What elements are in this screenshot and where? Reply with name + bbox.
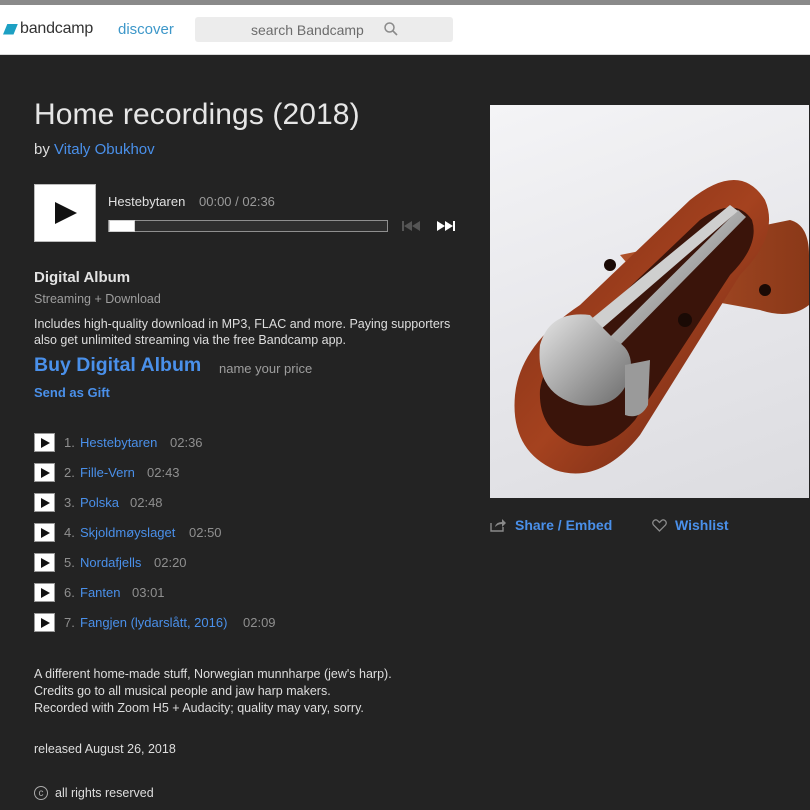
play-icon <box>41 528 50 538</box>
heart-icon <box>652 518 667 532</box>
track-play-button[interactable] <box>34 493 55 512</box>
buy-digital-album-link[interactable]: Buy Digital Album <box>34 354 201 377</box>
album-artwork-image <box>514 180 809 474</box>
track-play-button[interactable] <box>34 433 55 452</box>
track-duration: 02:50 <box>189 525 222 540</box>
play-icon <box>41 618 50 628</box>
track-play-button[interactable] <box>34 523 55 542</box>
next-track-icon[interactable] <box>437 220 457 232</box>
track-play-button[interactable] <box>34 583 55 602</box>
play-icon <box>55 202 77 224</box>
share-icon <box>490 519 506 532</box>
rights-statement: c all rights reserved <box>34 786 154 800</box>
about-line: Recorded with Zoom H5 + Audacity; qualit… <box>34 701 364 715</box>
byline: by Vitaly Obukhov <box>34 141 155 158</box>
track-row: 1. Hestebytaren 02:36 <box>34 433 454 463</box>
share-label: Share / Embed <box>515 517 613 533</box>
track-row: 6. Fanten 03:01 <box>34 583 454 613</box>
track-row: 2. Fille-Vern 02:43 <box>34 463 454 493</box>
track-play-button[interactable] <box>34 463 55 482</box>
progress-bar[interactable] <box>108 220 388 232</box>
track-number: 2. <box>64 465 75 480</box>
track-play-button[interactable] <box>34 613 55 632</box>
price-note: name your price <box>219 361 313 376</box>
album-artwork[interactable] <box>490 105 809 498</box>
about-line: A different home-made stuff, Norwegian m… <box>34 667 392 681</box>
format-title: Digital Album <box>34 269 131 286</box>
track-row: 7. Fangjen (lydarslått, 2016) 02:09 <box>34 613 454 643</box>
site-header: bandcamp discover search Bandcamp <box>0 5 810 55</box>
track-row: 5. Nordafjells 02:20 <box>34 553 454 583</box>
track-name[interactable]: Polska <box>80 495 119 510</box>
track-name[interactable]: Fille-Vern <box>80 465 135 480</box>
play-icon <box>41 498 50 508</box>
track-duration: 02:09 <box>243 615 276 630</box>
about-line: Credits go to all musical people and jaw… <box>34 684 331 698</box>
track-number: 4. <box>64 525 75 540</box>
track-row: 4. Skjoldmøyslaget 02:50 <box>34 523 454 553</box>
logo-text: bandcamp <box>20 20 94 37</box>
track-row: 3. Polska 02:48 <box>34 493 454 523</box>
play-icon <box>41 558 50 568</box>
format-subtitle: Streaming + Download <box>34 292 161 306</box>
by-prefix: by <box>34 141 50 158</box>
track-number: 5. <box>64 555 75 570</box>
album-about: A different home-made stuff, Norwegian m… <box>34 666 392 717</box>
wishlist-link[interactable]: Wishlist <box>652 517 729 533</box>
play-icon <box>41 438 50 448</box>
share-embed-link[interactable]: Share / Embed <box>490 517 612 533</box>
track-name[interactable]: Fangjen (lydarslått, 2016) <box>80 615 227 630</box>
play-icon <box>41 588 50 598</box>
track-number: 1. <box>64 435 75 450</box>
discover-link[interactable]: discover <box>118 21 174 38</box>
track-name[interactable]: Skjoldmøyslaget <box>80 525 175 540</box>
search-icon[interactable] <box>383 21 399 37</box>
wishlist-label: Wishlist <box>675 517 729 533</box>
player-play-button[interactable] <box>34 184 96 242</box>
bandcamp-logo[interactable]: bandcamp <box>3 20 93 38</box>
search-placeholder: search Bandcamp <box>251 22 364 38</box>
release-date: released August 26, 2018 <box>34 742 176 756</box>
track-number: 6. <box>64 585 75 600</box>
artist-link[interactable]: Vitaly Obukhov <box>54 141 155 158</box>
bandcamp-logo-icon <box>3 23 18 35</box>
track-list: 1. Hestebytaren 02:36 2. Fille-Vern 02:4… <box>34 433 454 643</box>
track-duration: 02:20 <box>154 555 187 570</box>
player-track-title: Hestebytaren <box>108 194 186 209</box>
album-title: Home recordings (2018) <box>34 98 360 131</box>
track-name[interactable]: Hestebytaren <box>80 435 157 450</box>
copyright-icon: c <box>34 786 48 800</box>
track-duration: 02:36 <box>170 435 203 450</box>
player-time: 00:00 / 02:36 <box>199 194 275 209</box>
track-name[interactable]: Fanten <box>80 585 120 600</box>
track-duration: 02:43 <box>147 465 180 480</box>
track-number: 7. <box>64 615 75 630</box>
send-as-gift-link[interactable]: Send as Gift <box>34 385 110 400</box>
rights-text: all rights reserved <box>55 786 154 800</box>
track-duration: 03:01 <box>132 585 165 600</box>
previous-track-icon[interactable] <box>402 220 422 232</box>
progress-handle[interactable] <box>109 220 135 232</box>
play-icon <box>41 468 50 478</box>
track-play-button[interactable] <box>34 553 55 572</box>
album-page: Home recordings (2018) by Vitaly Obukhov… <box>0 56 810 810</box>
track-number: 3. <box>64 495 75 510</box>
format-description: Includes high-quality download in MP3, F… <box>34 317 451 347</box>
track-name[interactable]: Nordafjells <box>80 555 141 570</box>
track-duration: 02:48 <box>130 495 163 510</box>
search-input[interactable]: search Bandcamp <box>195 17 453 42</box>
